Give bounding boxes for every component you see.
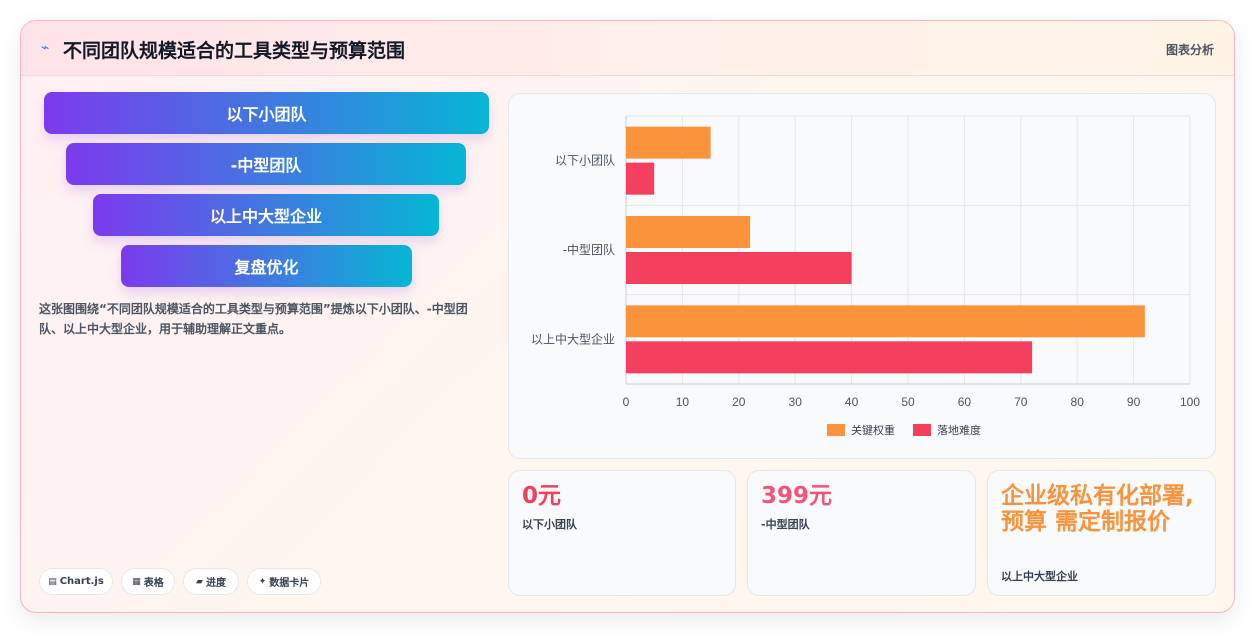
y-category-label: 以上中大型企业 xyxy=(531,331,615,346)
stat-card-small-team: 0元 以下小团队 xyxy=(508,470,736,596)
bar xyxy=(626,252,852,284)
chip-label: 数据卡片 xyxy=(269,578,310,589)
bar-chart: 0 10 20 30 40 50 60 70 80 90 100 以下小团队 -中型团队以上中大型企业关… xyxy=(531,115,1200,437)
bar xyxy=(626,305,1145,338)
x-tick-label: 80 xyxy=(1071,395,1085,409)
chart-icon: ▤ xyxy=(48,576,57,587)
chip-label: Chart.js xyxy=(59,576,104,587)
sparkle-icon: ✦ xyxy=(258,576,267,587)
stat-label: -中型团队 xyxy=(761,518,810,531)
page-title: 不同团队规模适合的工具类型与预算范围 xyxy=(63,40,406,62)
x-tick-label: 20 xyxy=(732,395,746,409)
x-tick-label: 0 xyxy=(623,395,630,409)
legend-label: 关键权重 xyxy=(851,423,895,437)
bar xyxy=(626,216,751,248)
folder-icon: ▰ xyxy=(196,576,203,587)
chip-progress[interactable]: ▰ 进度 xyxy=(183,568,239,595)
funnel-step-1: 以下小团队 xyxy=(44,92,489,134)
chart-analysis-link[interactable]: 图表分析 xyxy=(1166,41,1214,58)
chart-description: 这张图围绕“不同团队规模适合的工具类型与预算范围”提炼以下小团队、-中型团队、以… xyxy=(39,302,468,336)
legend-swatch xyxy=(827,424,845,436)
x-tick-label: 90 xyxy=(1127,395,1141,409)
bar xyxy=(626,341,1033,374)
bar xyxy=(626,126,711,159)
chip-chartjs[interactable]: ▤ Chart.js xyxy=(39,568,113,595)
y-category-label: -中型团队 xyxy=(563,242,615,257)
x-tick-label: 30 xyxy=(789,395,803,409)
stat-label: 以下小团队 xyxy=(522,518,577,531)
bar-chart-panel: 0 10 20 30 40 50 60 70 80 90 100 以下小团队 -中型团队以上中大型企业关… xyxy=(508,93,1216,459)
funnel-step-3: 以上中大型企业 xyxy=(93,194,439,236)
bar xyxy=(626,162,655,195)
x-tick-label: 70 xyxy=(1014,395,1028,409)
chip-data-card[interactable]: ✦ 数据卡片 xyxy=(247,568,321,595)
x-tick-label: 50 xyxy=(901,395,915,409)
card-header: ⌁ 不同团队规模适合的工具类型与预算范围 图表分析 xyxy=(21,21,1234,76)
y-category-label: 以下小团队 xyxy=(555,153,615,168)
stat-card-enterprise: 企业级私有化部署, 预算 需定制报价 以上中大型企业 xyxy=(987,470,1216,596)
stat-label: 以上中大型企业 xyxy=(1001,570,1078,583)
stat-value: 399元 xyxy=(761,483,833,509)
funnel-step-4: 复盘优化 xyxy=(121,245,412,287)
chip-label: 表格 xyxy=(143,578,164,589)
content-card: ⌁ 不同团队规模适合的工具类型与预算范围 图表分析 以下小团队 -中型团队 以上… xyxy=(20,20,1235,613)
x-tick-label: 10 xyxy=(676,395,690,409)
x-tick-label: 100 xyxy=(1180,395,1200,409)
x-tick-label: 60 xyxy=(958,395,972,409)
chip-table[interactable]: ▦ 表格 xyxy=(121,568,175,595)
funnel-step-2: -中型团队 xyxy=(66,143,466,185)
legend-label: 落地难度 xyxy=(937,423,981,437)
stat-value: 企业级私有化部署, 预算 需定制报价 xyxy=(1001,483,1194,535)
chip-label: 进度 xyxy=(205,578,226,589)
table-icon: ▦ xyxy=(132,576,141,587)
x-tick-label: 40 xyxy=(845,395,859,409)
stat-value: 0元 xyxy=(522,483,562,509)
pulse-icon: ⌁ xyxy=(41,40,50,56)
stat-card-mid-team: 399元 -中型团队 xyxy=(747,470,976,596)
legend-swatch xyxy=(913,424,931,436)
